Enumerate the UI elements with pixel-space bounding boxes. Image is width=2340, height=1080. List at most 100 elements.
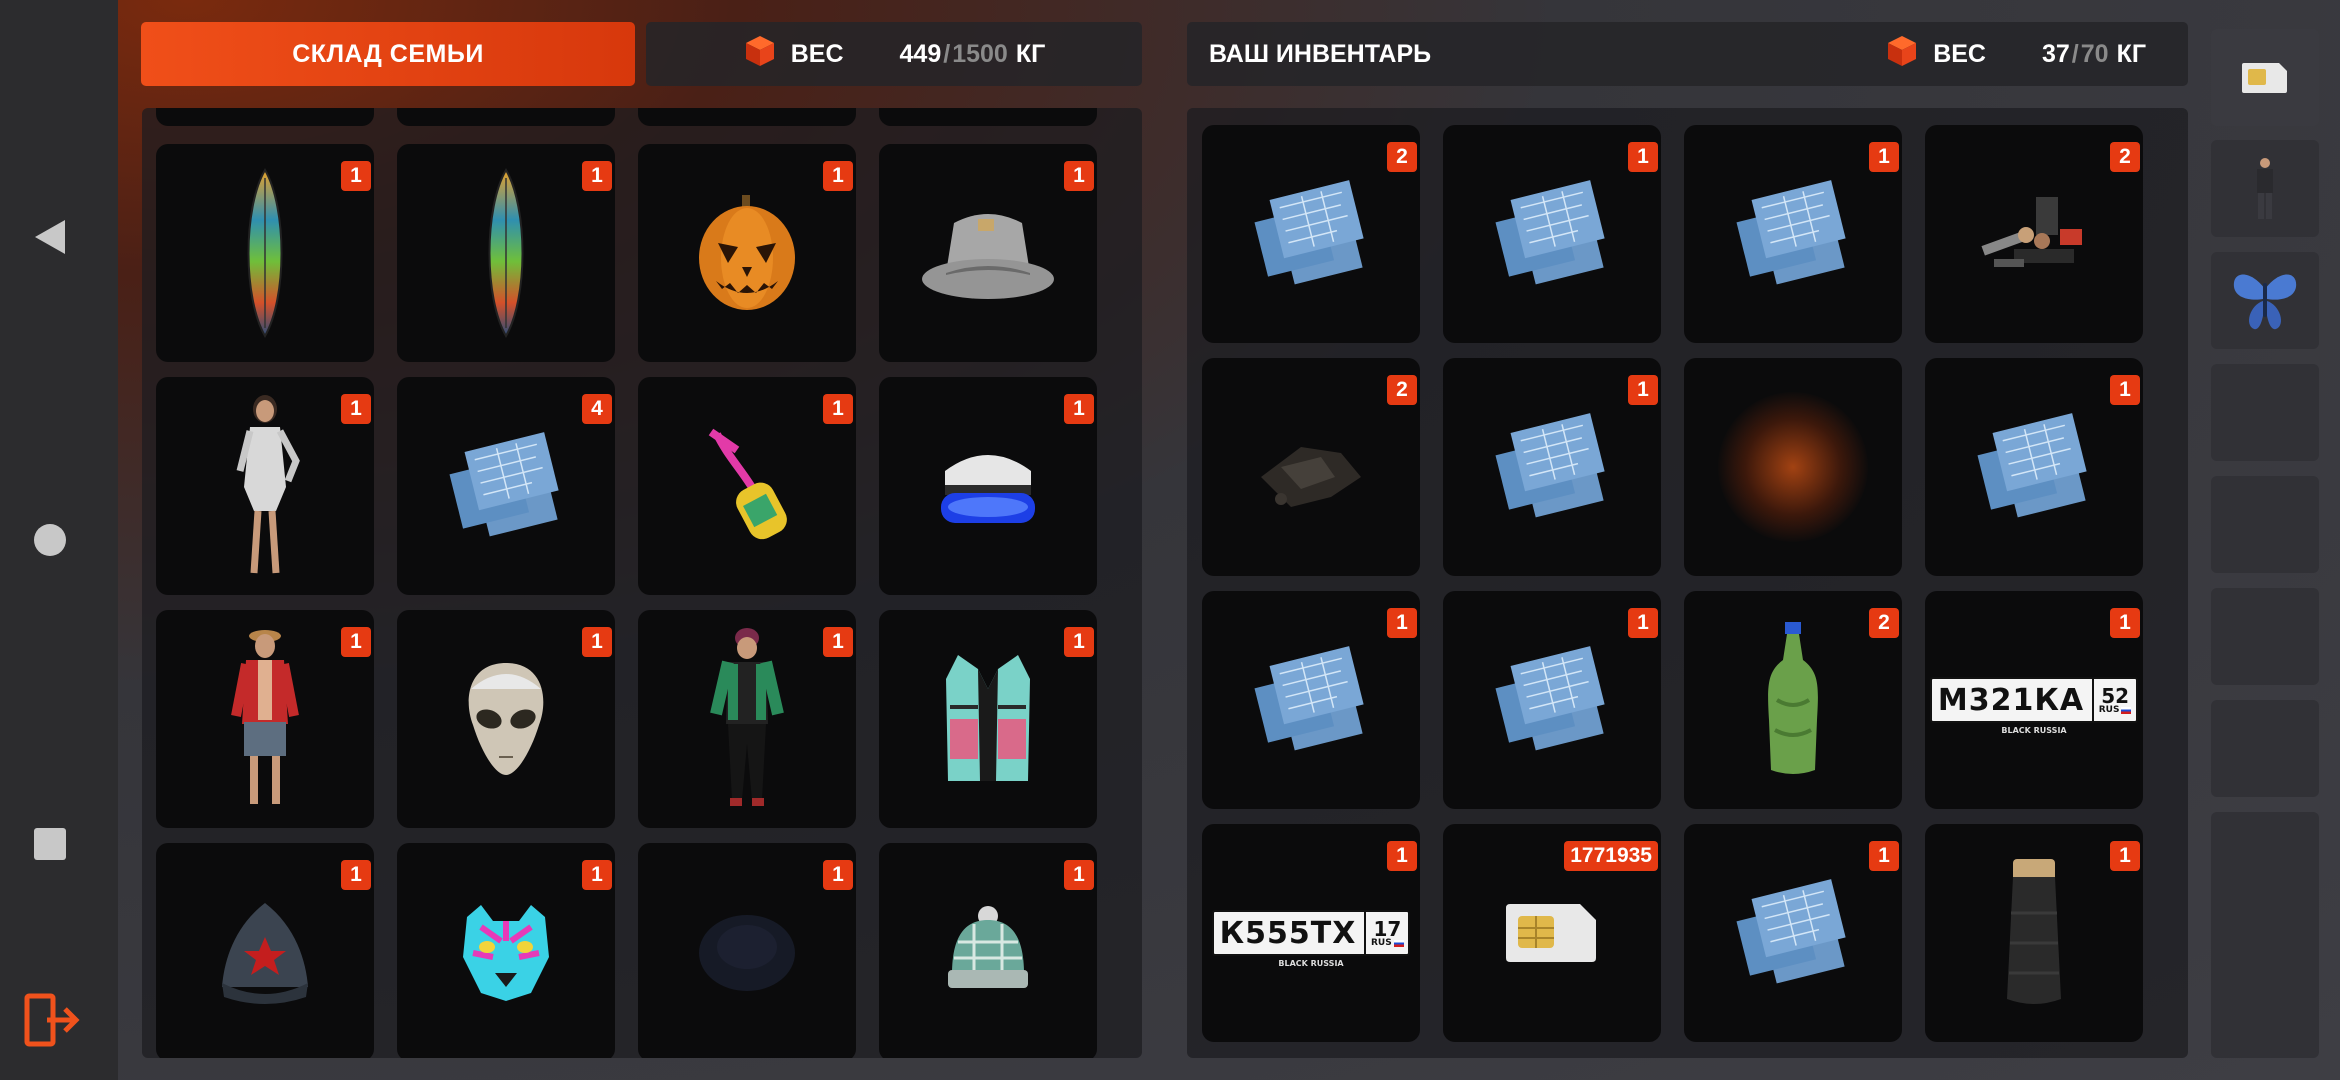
- item-slot-vr-headset[interactable]: 1: [879, 377, 1097, 595]
- plate-brand: BLACK RUSSIA: [1278, 959, 1344, 968]
- item-slot-male-skin-checkered[interactable]: 1: [638, 610, 856, 828]
- inventory-slot[interactable]: [879, 108, 1097, 126]
- item-slot-blueprints[interactable]: 1: [1684, 125, 1902, 343]
- inventory-slot[interactable]: [638, 108, 856, 126]
- item-slot-alien-mask[interactable]: 1: [397, 610, 615, 828]
- item-count-badge: 1771935: [1564, 841, 1658, 871]
- item-slot-blueprints[interactable]: 1: [1443, 125, 1661, 343]
- surfboard-icon: [488, 168, 524, 338]
- inventory-header: ВАШ ИНВЕНТАРЬ ВЕС 37 / 70 КГ: [1187, 22, 2188, 86]
- license-plate: М321КА 52 RUS BLACK RUSSIA: [1929, 677, 2139, 735]
- item-slot-blueprints[interactable]: 1: [1202, 591, 1420, 809]
- item-slot-scrap-parts[interactable]: 2: [1202, 358, 1420, 576]
- blueprints-icon: [1495, 646, 1605, 751]
- plate-region-code: 17: [1373, 916, 1402, 941]
- item-slot-budenovka-hat[interactable]: 1: [156, 843, 374, 1058]
- male-skin-icon: [710, 628, 784, 806]
- plate-country: RUS: [2098, 704, 2120, 715]
- inventory-slot[interactable]: [156, 108, 374, 126]
- weight-sep: /: [2071, 39, 2079, 68]
- item-count-badge: 1: [2110, 841, 2140, 871]
- weight-label: ВЕС: [1933, 39, 1986, 68]
- weight-current: 37: [2041, 39, 2070, 68]
- skin-figure-icon: [2257, 157, 2273, 219]
- female-skin-icon: [236, 395, 300, 574]
- item-count-badge: 1: [341, 627, 371, 657]
- item-count-badge: 1: [1064, 627, 1094, 657]
- blueprints-icon: [1254, 646, 1364, 751]
- family-storage-panel[interactable]: 1 1 1 1 1 4 1 1 1 1 1 1 1 1 1 1: [142, 108, 1142, 1058]
- weight-label: ВЕС: [790, 39, 844, 68]
- item-count-badge: 1: [823, 860, 853, 890]
- item-count-badge: 2: [1869, 608, 1899, 638]
- item-slot-toolkit[interactable]: 2: [1925, 125, 2143, 343]
- weight-unit: КГ: [1015, 39, 1046, 68]
- side-tab-skin[interactable]: [2211, 140, 2319, 237]
- item-count-badge: 1: [823, 161, 853, 191]
- item-slot-dark-hat[interactable]: 1: [638, 843, 856, 1058]
- recents-square-icon[interactable]: [0, 827, 100, 861]
- sim-card-icon: [2242, 62, 2287, 93]
- item-slot-empty[interactable]: [1684, 358, 1902, 576]
- male-skin-icon: [231, 630, 299, 804]
- item-slot-surfboard[interactable]: 1: [156, 144, 374, 362]
- item-slot-bucket-hat[interactable]: 1: [879, 144, 1097, 362]
- toolkit-icon: [1981, 197, 2082, 267]
- item-count-badge: 1: [341, 394, 371, 424]
- plate-brand: BLACK RUSSIA: [2001, 726, 2067, 735]
- inventory-title: ВАШ ИНВЕНТАРЬ: [1209, 39, 1432, 68]
- item-slot-male-skin-red-jacket[interactable]: 1: [156, 610, 374, 828]
- surfboard-icon: [247, 168, 283, 338]
- item-slot-license-plate[interactable]: М321КА 52 RUS BLACK RUSSIA 1: [1925, 591, 2143, 809]
- sim-card-icon: [1506, 904, 1596, 962]
- item-slot-vest[interactable]: 1: [879, 610, 1097, 828]
- item-count-badge: 1: [823, 394, 853, 424]
- bucket-hat-icon: [922, 214, 1054, 299]
- inventory-slot[interactable]: [397, 108, 615, 126]
- home-circle-icon[interactable]: [0, 523, 100, 557]
- item-slot-blueprints[interactable]: 1: [1443, 591, 1661, 809]
- side-tab-empty[interactable]: [2211, 812, 2319, 1058]
- item-slot-beanie[interactable]: 1: [879, 843, 1097, 1058]
- item-count-badge: 1: [582, 627, 612, 657]
- weight-sep: /: [943, 39, 951, 68]
- side-tab-empty[interactable]: [2211, 588, 2319, 685]
- weight-box-icon: [1885, 34, 1919, 75]
- item-count-badge: 1: [582, 161, 612, 191]
- item-slot-blueprints[interactable]: 4: [397, 377, 615, 595]
- item-slot-license-plate[interactable]: К555ТХ 17 RUS BLACK RUSSIA 1: [1202, 824, 1420, 1042]
- side-tab-sim[interactable]: [2211, 29, 2319, 126]
- sling-bag-icon: [708, 428, 787, 540]
- item-slot-blueprints[interactable]: 1: [1684, 824, 1902, 1042]
- plate-number: М321КА: [1932, 679, 2095, 721]
- item-slot-tiger-mask[interactable]: 1: [397, 843, 615, 1058]
- weight-max: 70: [2080, 39, 2109, 68]
- side-tab-empty[interactable]: [2211, 476, 2319, 573]
- budenovka-hat-icon: [222, 903, 308, 1004]
- item-count-badge: 1: [2110, 375, 2140, 405]
- item-slot-thread-spool[interactable]: 1: [1925, 824, 2143, 1042]
- system-navbar: [0, 0, 118, 1080]
- item-slot-blueprints[interactable]: 1: [1443, 358, 1661, 576]
- alien-mask-icon: [468, 663, 544, 775]
- item-slot-surfboard[interactable]: 1: [397, 144, 615, 362]
- item-slot-pumpkin-mask[interactable]: 1: [638, 144, 856, 362]
- tiger-mask-icon: [463, 905, 549, 1001]
- item-slot-blueprints[interactable]: 1: [1925, 358, 2143, 576]
- item-count-badge: 1: [1064, 161, 1094, 191]
- plate-region: 17 RUS: [1366, 919, 1408, 948]
- family-storage-tab[interactable]: СКЛАД СЕМЬИ: [141, 22, 635, 86]
- side-tab-butterfly[interactable]: [2211, 252, 2319, 349]
- item-slot-female-skin[interactable]: 1: [156, 377, 374, 595]
- exit-door-icon[interactable]: [2, 992, 102, 1048]
- item-slot-blueprints[interactable]: 2: [1202, 125, 1420, 343]
- inventory-panel[interactable]: 2 1 1 2 2 1 1 1 1 2 М321КА 52 RUS BLACK …: [1187, 108, 2188, 1058]
- item-count-badge: 1: [1064, 394, 1094, 424]
- item-slot-sim-card[interactable]: 1771935: [1443, 824, 1661, 1042]
- item-slot-bottle[interactable]: 2: [1684, 591, 1902, 809]
- back-triangle-icon[interactable]: [0, 218, 100, 256]
- side-tab-empty[interactable]: [2211, 700, 2319, 797]
- item-slot-sling-bag[interactable]: 1: [638, 377, 856, 595]
- side-tab-empty[interactable]: [2211, 364, 2319, 461]
- item-count-badge: 1: [582, 860, 612, 890]
